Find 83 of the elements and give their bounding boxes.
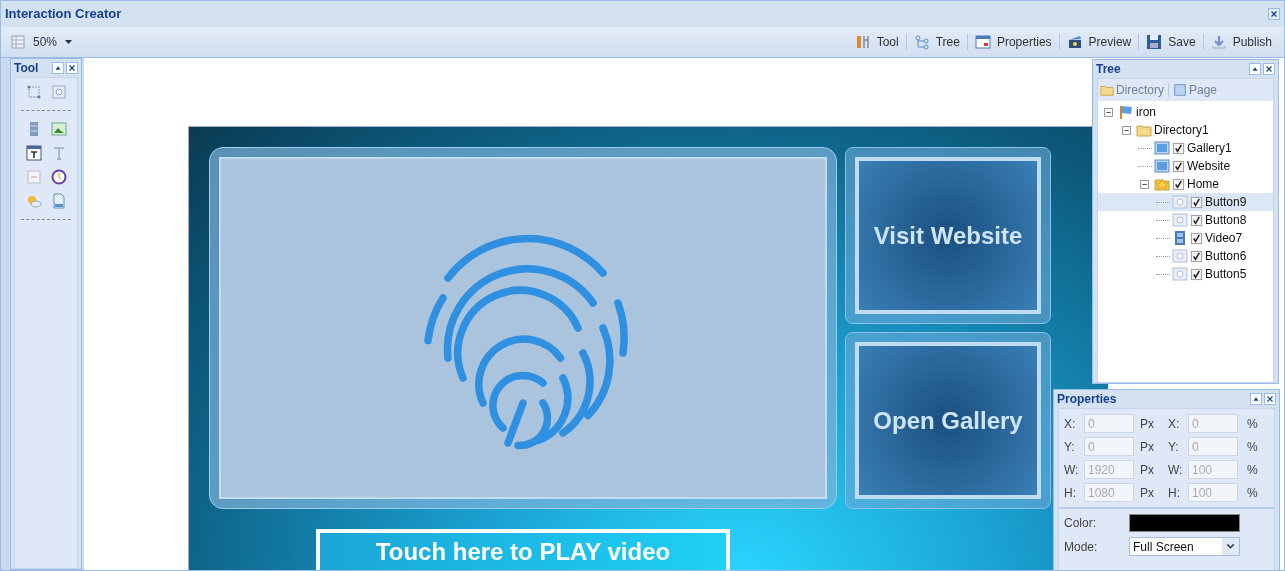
checkbox[interactable] bbox=[1190, 213, 1203, 227]
stage-button[interactable]: Open Gallery bbox=[855, 342, 1041, 499]
checkbox[interactable] bbox=[1190, 231, 1203, 245]
checkbox[interactable] bbox=[1190, 249, 1203, 263]
download-arrow-icon bbox=[1210, 34, 1227, 50]
toolbar-button[interactable]: Tree bbox=[911, 33, 962, 51]
window-title: Interaction Creator bbox=[5, 5, 122, 24]
folder-icon bbox=[1100, 83, 1114, 97]
color-swatch[interactable] bbox=[1129, 514, 1240, 532]
unit-label: Px bbox=[1139, 461, 1155, 479]
mode-dropdown[interactable]: Full Screen bbox=[1129, 537, 1240, 556]
toolbar-button[interactable]: Preview bbox=[1064, 33, 1134, 51]
document-icon[interactable] bbox=[50, 193, 67, 209]
field-label: W: bbox=[1168, 461, 1184, 479]
flag-icon bbox=[1118, 104, 1134, 120]
collapse-icon[interactable] bbox=[1250, 393, 1262, 405]
stage-button[interactable]: Visit Website bbox=[855, 157, 1041, 314]
checkbox[interactable] bbox=[1190, 195, 1203, 209]
collapse-icon[interactable] bbox=[1249, 63, 1261, 75]
field-label: H: bbox=[1168, 484, 1181, 502]
collapse-icon[interactable] bbox=[1102, 105, 1116, 119]
toolbar-button[interactable]: Properties bbox=[972, 33, 1054, 51]
close-icon[interactable] bbox=[1264, 393, 1276, 405]
folder-icon bbox=[1136, 122, 1152, 138]
field-label: H: bbox=[1064, 484, 1077, 502]
field-label: Y: bbox=[1064, 438, 1076, 456]
button-icon bbox=[1172, 194, 1188, 210]
button-icon bbox=[1172, 266, 1188, 282]
field-label: Color: bbox=[1064, 515, 1097, 532]
clock-icon[interactable] bbox=[50, 169, 67, 185]
panel-title: Properties bbox=[1057, 391, 1117, 408]
tree-item[interactable]: Video7 bbox=[1098, 229, 1273, 247]
close-icon[interactable] bbox=[66, 62, 78, 74]
tree-item[interactable]: Gallery1 bbox=[1098, 139, 1273, 157]
toolbar-button[interactable]: Tool bbox=[852, 33, 901, 51]
star-folder-icon bbox=[1154, 176, 1170, 192]
tree-item[interactable]: Button9 bbox=[1098, 193, 1273, 211]
button-icon bbox=[1172, 248, 1188, 264]
unit-label: % bbox=[1246, 484, 1258, 502]
checkbox[interactable] bbox=[1172, 159, 1185, 173]
hierarchy-icon bbox=[913, 34, 930, 50]
tree-item[interactable]: Website bbox=[1098, 157, 1273, 175]
unit-label: Px bbox=[1139, 484, 1155, 502]
unit-label: Px bbox=[1139, 415, 1155, 433]
checkbox[interactable] bbox=[1172, 141, 1185, 155]
unit-label: % bbox=[1246, 438, 1258, 456]
tree-item[interactable]: Button6 bbox=[1098, 247, 1273, 265]
zoom-dropdown[interactable]: 50% bbox=[11, 33, 73, 51]
field-label: Mode: bbox=[1064, 538, 1099, 556]
toolbar-button[interactable]: Save bbox=[1144, 33, 1198, 51]
page-icon bbox=[1154, 158, 1170, 174]
selection-icon[interactable] bbox=[25, 84, 42, 100]
page-icon bbox=[1173, 83, 1187, 97]
image-icon[interactable] bbox=[50, 121, 67, 137]
collapse-icon[interactable] bbox=[1138, 177, 1152, 191]
close-icon[interactable] bbox=[1263, 63, 1275, 75]
toolbar-button[interactable]: Publish bbox=[1208, 33, 1274, 51]
close-icon[interactable] bbox=[1268, 8, 1280, 20]
text-box-icon[interactable] bbox=[25, 145, 42, 161]
tree-item[interactable]: Button8 bbox=[1098, 211, 1273, 229]
checkbox[interactable] bbox=[1190, 267, 1203, 281]
unit-label: % bbox=[1246, 461, 1258, 479]
tree-item[interactable]: Directory1 bbox=[1098, 121, 1273, 139]
unit-label: % bbox=[1246, 415, 1258, 433]
tree-item[interactable]: iron bbox=[1098, 103, 1273, 121]
page-icon bbox=[1154, 140, 1170, 156]
grid-icon bbox=[11, 35, 25, 49]
unit-label: Px bbox=[1139, 438, 1155, 456]
checkbox[interactable] bbox=[1172, 177, 1185, 191]
collapse-icon[interactable] bbox=[1120, 123, 1134, 137]
field-label: X: bbox=[1168, 415, 1181, 433]
tree-item[interactable]: Home bbox=[1098, 175, 1273, 193]
panel-title: Tool bbox=[14, 60, 39, 77]
button-icon bbox=[1172, 212, 1188, 228]
field-label: X: bbox=[1064, 415, 1077, 433]
film-icon bbox=[1172, 230, 1188, 246]
field-label: W: bbox=[1064, 461, 1080, 479]
panel-title: Tree bbox=[1096, 61, 1121, 78]
collapse-icon[interactable] bbox=[52, 62, 64, 74]
window-icon bbox=[974, 34, 991, 50]
field-label: Y: bbox=[1168, 438, 1180, 456]
tree-item[interactable]: Button5 bbox=[1098, 265, 1273, 283]
caret-icon bbox=[65, 39, 73, 45]
